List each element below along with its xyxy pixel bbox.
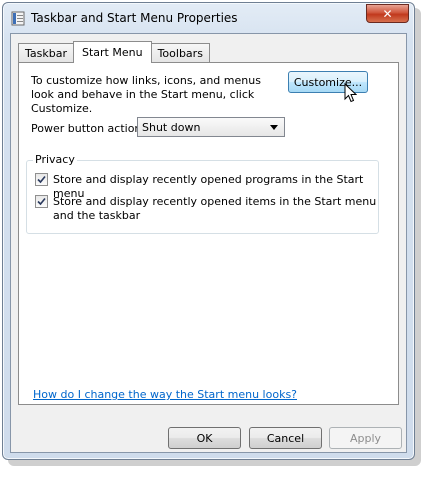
privacy-group: Privacy Store and display recently opene… <box>26 153 379 234</box>
tab-strip: Taskbar Start Menu Toolbars <box>18 41 210 63</box>
start-menu-panel: To customize how links, icons, and menus… <box>18 62 399 405</box>
tab-taskbar[interactable]: Taskbar <box>18 43 74 63</box>
recent-items-label: Store and display recently opened items … <box>53 195 377 222</box>
apply-button: Apply <box>329 427 402 449</box>
recent-items-option[interactable]: Store and display recently opened items … <box>35 195 388 223</box>
chevron-down-icon <box>270 125 278 130</box>
power-button-select[interactable]: Shut down <box>137 117 285 137</box>
close-icon: ✕ <box>382 6 393 21</box>
cancel-button[interactable]: Cancel <box>249 427 322 449</box>
title-bar[interactable]: Taskbar and Start Menu Properties ✕ <box>3 3 414 33</box>
recent-programs-checkbox[interactable] <box>35 173 48 186</box>
mouse-pointer-icon <box>344 83 357 103</box>
properties-window: Taskbar and Start Menu Properties ✕ Task… <box>2 2 415 460</box>
power-button-value: Shut down <box>142 120 201 134</box>
recent-items-checkbox[interactable] <box>35 195 48 208</box>
window-title: Taskbar and Start Menu Properties <box>31 11 238 25</box>
checkmark-icon <box>37 175 46 184</box>
close-button[interactable]: ✕ <box>366 4 409 23</box>
help-link[interactable]: How do I change the way the Start menu l… <box>33 388 297 401</box>
privacy-group-title: Privacy <box>33 153 77 166</box>
checkmark-icon <box>37 197 46 206</box>
customize-description: To customize how links, icons, and menus… <box>31 74 261 115</box>
taskbar-properties-icon <box>11 11 25 26</box>
ok-button[interactable]: OK <box>168 427 241 449</box>
power-button-label: Power button action: <box>31 122 146 135</box>
tab-start-menu[interactable]: Start Menu <box>73 41 152 63</box>
tab-toolbars[interactable]: Toolbars <box>150 43 210 63</box>
